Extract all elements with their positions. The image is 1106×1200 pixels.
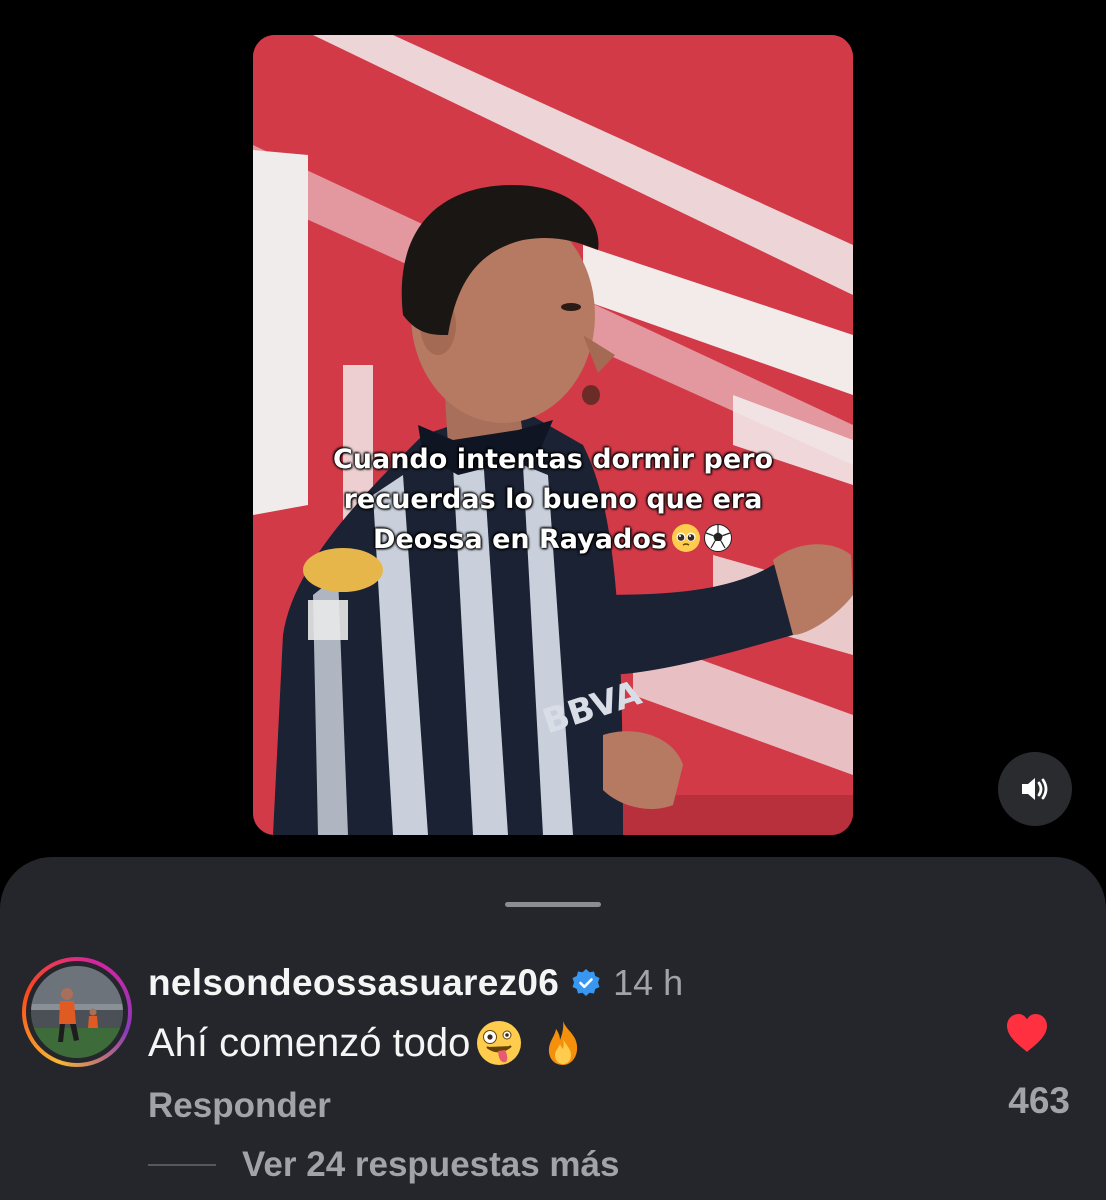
verified-badge-icon (572, 969, 600, 996)
comment-timestamp: 14 h (613, 962, 684, 1003)
avatar-photo (31, 966, 123, 1058)
avatar[interactable] (22, 957, 132, 1067)
comment-header: nelsondeossasuarez06 14 h (148, 960, 683, 1006)
comment-body: Ahí comenzó todo (148, 1018, 588, 1068)
view-replies-label: Ver 24 respuestas más (242, 1145, 620, 1184)
pleading-face-emoji (671, 524, 700, 552)
speaker-on-icon (1022, 778, 1048, 800)
caption-line-1: Cuando intentas dormir pero (332, 444, 774, 475)
reply-button[interactable]: Responder (148, 1086, 331, 1126)
caption-line-3: Deossa en Rayados (253, 520, 853, 560)
video-caption: Cuando intentas dormir pero recuerdas lo… (253, 440, 853, 560)
comment-text: Ahí comenzó todo (148, 1020, 471, 1065)
screen: BBVA Cuando intentas dormir pero recuerd… (0, 0, 1106, 1200)
like-count: 463 (1008, 1080, 1070, 1121)
like-button[interactable] (1003, 1010, 1051, 1058)
sheet-grabber-handle[interactable] (505, 902, 601, 907)
zany-face-emoji (477, 1021, 522, 1065)
sound-toggle-button[interactable] (998, 752, 1072, 826)
comment-username[interactable]: nelsondeossasuarez06 (148, 962, 559, 1004)
video-frame: BBVA (253, 35, 853, 835)
fire-emoji (549, 1021, 578, 1065)
replies-divider (148, 1164, 216, 1166)
soccer-ball-emoji (703, 524, 732, 552)
caption-line-2: recuerdas lo bueno que era (343, 484, 763, 515)
caption-line-3-text: Deossa en Rayados (373, 524, 667, 555)
view-replies-button[interactable]: Ver 24 respuestas más (148, 1145, 619, 1185)
heart-icon (1007, 1014, 1047, 1052)
video-player[interactable]: BBVA Cuando intentas dormir pero recuerd… (253, 35, 853, 835)
